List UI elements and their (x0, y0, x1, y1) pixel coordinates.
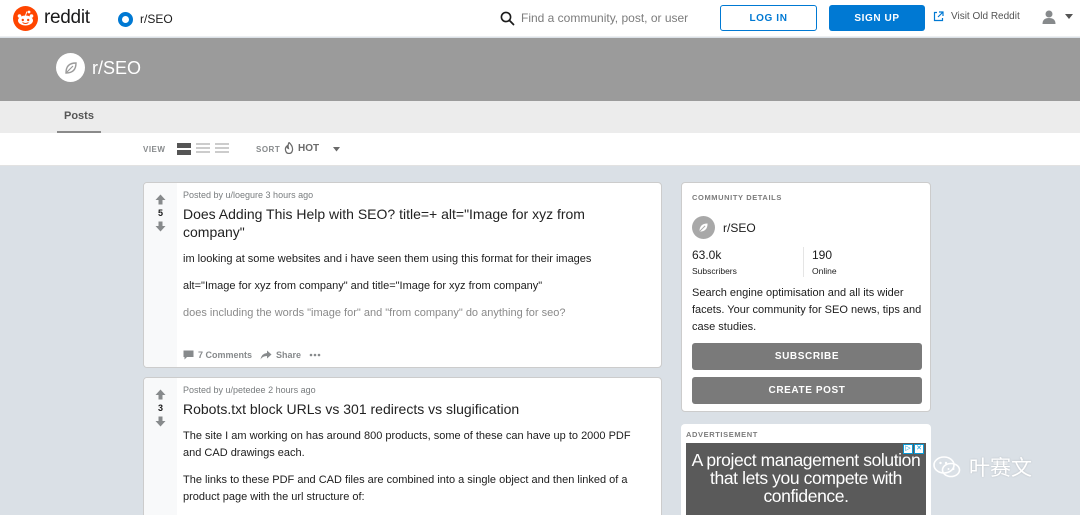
share-icon (260, 350, 272, 360)
vote-column: 3 (144, 378, 177, 515)
community-details-card: COMMUNITY DETAILS r/SEO 63.0k Subscriber… (681, 182, 931, 412)
vote-count: 5 (157, 208, 163, 218)
vote-column: 5 (144, 183, 177, 367)
create-post-button[interactable]: CREATE POST (692, 377, 922, 404)
community-tabs: Posts (0, 101, 1080, 133)
ad-choices-icon[interactable]: ▷ ✕ (903, 444, 924, 454)
post-paragraph: does including the words "image for" and… (183, 307, 566, 319)
watermark-text: 叶赛文 (969, 456, 1032, 480)
community-description: Search engine optimisation and all its w… (692, 287, 922, 333)
comments-label: 7 Comments (198, 350, 253, 360)
subscribers-stat: 63.0k Subscribers (692, 248, 737, 276)
search-bar[interactable] (500, 8, 705, 28)
post-paragraph: The site I am working on has around 800 … (183, 430, 631, 459)
top-header: reddit r/SEO LOG IN SIGN UP Visit Old Re… (0, 0, 1080, 37)
wechat-icon (933, 456, 961, 478)
search-input[interactable] (521, 11, 701, 25)
post-title[interactable]: Does Adding This Help with SEO? title=+ … (183, 205, 649, 241)
downvote-icon[interactable] (155, 221, 166, 232)
post-body: Posted by u/loegure 3 hours ago Does Add… (183, 190, 649, 322)
user-menu[interactable] (1041, 9, 1073, 25)
sort-dropdown[interactable]: HOT (284, 142, 319, 154)
community-leaf-icon (56, 53, 85, 82)
community-details-heading: COMMUNITY DETAILS (692, 193, 782, 202)
search-icon (500, 11, 515, 25)
advertisement-label: ADVERTISEMENT (686, 430, 758, 439)
online-label: Online (812, 266, 837, 276)
community-selector-label: r/SEO (140, 12, 173, 26)
view-sort-bar: VIEW SORT HOT (0, 133, 1080, 166)
community-banner: r/SEO (0, 38, 1080, 101)
user-icon (1042, 10, 1056, 24)
post-card[interactable]: 3 Posted by u/petedee 2 hours ago Robots… (143, 377, 662, 515)
reddit-logo-icon[interactable] (13, 6, 38, 31)
post-title[interactable]: Robots.txt block URLs vs 301 redirects v… (183, 400, 649, 418)
login-button[interactable]: LOG IN (720, 5, 817, 31)
chevron-down-icon (1065, 14, 1073, 19)
post-body: Posted by u/petedee 2 hours ago Robots.t… (183, 385, 649, 506)
community-leaf-icon (692, 216, 715, 239)
comment-icon (183, 350, 194, 360)
post-meta[interactable]: Posted by u/petedee 2 hours ago (183, 385, 649, 395)
online-stat: 190 Online (812, 248, 837, 276)
community-title: r/SEO (92, 58, 142, 78)
subscribe-button[interactable]: SUBSCRIBE (692, 343, 922, 370)
external-link-icon (933, 11, 944, 22)
post-actions: 7 Comments Share (183, 350, 321, 360)
community-name[interactable]: r/SEO (723, 221, 756, 235)
share-label: Share (276, 350, 302, 360)
community-selector[interactable]: r/SEO (118, 9, 173, 29)
stat-divider (803, 247, 804, 277)
tab-posts[interactable]: Posts (57, 101, 101, 133)
compact-view-icon[interactable] (215, 143, 229, 155)
upvote-icon[interactable] (155, 389, 166, 400)
ad-banner[interactable]: A project management solution that lets … (686, 443, 926, 515)
reddit-wordmark[interactable]: reddit (44, 7, 90, 29)
subscribers-count: 63.0k (692, 248, 722, 262)
share-button[interactable]: Share (260, 350, 301, 360)
visit-old-reddit-link[interactable]: Visit Old Reddit (933, 11, 1020, 22)
wechat-watermark: 叶赛文 (933, 452, 1032, 482)
post-paragraph: alt="Image for xyz from company" and tit… (183, 280, 543, 292)
view-label: VIEW (143, 145, 166, 154)
community-icon (118, 11, 133, 27)
post-paragraph: The links to these PDF and CAD files are… (183, 474, 628, 503)
signup-button[interactable]: SIGN UP (829, 5, 925, 31)
upvote-icon[interactable] (155, 194, 166, 205)
sort-label: SORT (256, 145, 281, 154)
visit-old-reddit-label: Visit Old Reddit (951, 11, 1020, 22)
classic-view-icon[interactable] (196, 143, 210, 155)
card-view-icon[interactable] (177, 143, 191, 155)
more-icon (309, 353, 321, 357)
chevron-down-icon[interactable] (333, 147, 340, 152)
subscribers-label: Subscribers (692, 266, 737, 276)
online-count: 190 (812, 248, 833, 262)
downvote-icon[interactable] (155, 416, 166, 427)
flame-icon (284, 142, 294, 154)
vote-count: 3 (157, 403, 163, 413)
advertisement-box: ADVERTISEMENT A project management solut… (681, 424, 931, 515)
ad-text: A project management solution that lets … (691, 450, 921, 506)
comments-button[interactable]: 7 Comments (183, 350, 252, 360)
post-paragraph: im looking at some websites and i have s… (183, 253, 592, 265)
post-card[interactable]: 5 Posted by u/loegure 3 hours ago Does A… (143, 182, 662, 368)
more-options-button[interactable] (309, 353, 321, 357)
post-meta[interactable]: Posted by u/loegure 3 hours ago (183, 190, 649, 200)
sort-value-label: HOT (298, 142, 320, 154)
